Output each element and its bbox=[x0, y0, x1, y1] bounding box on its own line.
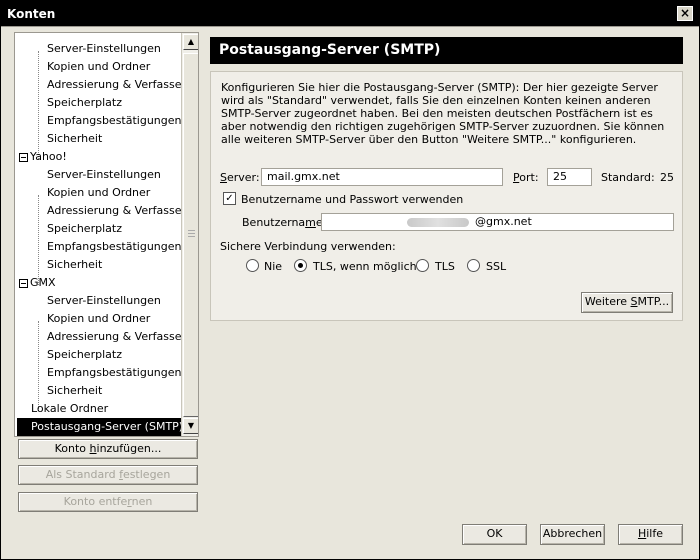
button-label: ilfe bbox=[646, 527, 664, 540]
scroll-grip bbox=[188, 233, 195, 234]
tree-item-security[interactable]: Sicherheit bbox=[47, 130, 102, 148]
scroll-grip bbox=[188, 230, 195, 231]
port-label-text: ort: bbox=[519, 171, 539, 184]
window-title: Konten bbox=[7, 7, 56, 21]
access-key: m bbox=[305, 216, 316, 229]
tree-item-storage[interactable]: Speicherplatz bbox=[47, 220, 122, 238]
access-key: H bbox=[637, 527, 647, 540]
username-label: Benutzername bbox=[242, 216, 323, 229]
port-input[interactable]: 25 bbox=[547, 168, 592, 186]
secure-connection-label: Sichere Verbindung verwenden: bbox=[220, 240, 396, 253]
smtp-settings-panel: Konfigurieren Sie hier die Postausgang-S… bbox=[210, 71, 683, 321]
tree-group-yahoo[interactable]: Yahoo! bbox=[19, 148, 67, 166]
tree-item-server-settings[interactable]: Server-Einstellungen bbox=[47, 40, 161, 58]
tree-item-addressing[interactable]: Adressierung & Verfassen bbox=[47, 76, 188, 94]
scroll-down-icon[interactable]: ▼ bbox=[183, 418, 198, 434]
tree-item-smtp-server[interactable]: Postausgang-Server (SMTP) bbox=[17, 418, 183, 436]
scroll-grip bbox=[188, 236, 195, 237]
title-bar: Konten × bbox=[1, 1, 699, 26]
tree-connector-line bbox=[38, 195, 39, 285]
username-input[interactable]: @gmx.net bbox=[321, 213, 674, 231]
account-tree: Server-Einstellungen Kopien und Ordner A… bbox=[14, 32, 199, 437]
tree-item-server-settings[interactable]: Server-Einstellungen bbox=[47, 166, 161, 184]
cancel-button[interactable]: Abbrechen bbox=[540, 524, 605, 545]
standard-port-value: 25 bbox=[660, 171, 674, 184]
button-label: Konto entfe bbox=[63, 495, 128, 508]
radio-tls-if-possible[interactable] bbox=[294, 259, 307, 272]
username-label-text: Benutzerna bbox=[242, 216, 306, 229]
tree-item-receipts[interactable]: Empfangsbestätigungen bbox=[47, 238, 182, 256]
tree-group-label: Yahoo! bbox=[30, 150, 67, 163]
dialog-body: Server-Einstellungen Kopien und Ordner A… bbox=[1, 26, 699, 559]
tree-item-security[interactable]: Sicherheit bbox=[47, 382, 102, 400]
tree-item-copies-folders[interactable]: Kopien und Ordner bbox=[47, 310, 150, 328]
access-key: S bbox=[220, 171, 227, 184]
button-label: Weitere bbox=[584, 295, 631, 308]
access-key: h bbox=[89, 442, 97, 455]
button-label: inzufügen... bbox=[96, 442, 162, 455]
tree-item-addressing[interactable]: Adressierung & Verfassen bbox=[47, 328, 188, 346]
auth-checkbox[interactable]: ✓ bbox=[223, 192, 236, 205]
tree-item-security[interactable]: Sicherheit bbox=[47, 256, 102, 274]
intro-text: Konfigurieren Sie hier die Postausgang-S… bbox=[221, 81, 665, 146]
tree-item-storage[interactable]: Speicherplatz bbox=[47, 346, 122, 364]
button-label: estlegen bbox=[122, 468, 171, 481]
auth-checkbox-label: Benutzername und Passwort verwenden bbox=[241, 193, 464, 206]
username-domain: @gmx.net bbox=[475, 215, 532, 228]
tree-item-receipts[interactable]: Empfangsbestätigungen bbox=[47, 364, 182, 382]
set-default-button[interactable]: Als Standard festlegen bbox=[18, 465, 198, 485]
page-title: Postausgang-Server (SMTP) bbox=[210, 37, 683, 64]
add-account-button[interactable]: Konto hinzufügen... bbox=[18, 439, 198, 459]
server-input[interactable]: mail.gmx.net bbox=[261, 168, 503, 186]
button-label: Als Standard bbox=[45, 468, 120, 481]
tree-connector-line bbox=[38, 321, 39, 411]
redacted-text bbox=[407, 218, 469, 227]
tree-connector-line bbox=[38, 51, 39, 159]
tree-item-addressing[interactable]: Adressierung & Verfassen bbox=[47, 202, 188, 220]
tree-item-copies-folders[interactable]: Kopien und Ordner bbox=[47, 58, 150, 76]
tree-item-receipts[interactable]: Empfangsbestätigungen bbox=[47, 112, 182, 130]
tree-group-gmx[interactable]: GMX bbox=[19, 274, 56, 292]
tree-item-storage[interactable]: Speicherplatz bbox=[47, 94, 122, 112]
tree-item-local-folders[interactable]: Lokale Ordner bbox=[31, 400, 108, 418]
close-icon[interactable]: × bbox=[677, 6, 693, 21]
radio-tls-if-possible-label: TLS, wenn möglich bbox=[313, 260, 417, 273]
collapse-icon[interactable] bbox=[19, 278, 28, 288]
scroll-thumb[interactable] bbox=[183, 53, 198, 417]
radio-tls[interactable] bbox=[416, 259, 429, 272]
button-label: Konto bbox=[54, 442, 90, 455]
server-label: Server: bbox=[220, 171, 260, 184]
button-label: nen bbox=[131, 495, 153, 508]
radio-ssl-label: SSL bbox=[486, 260, 507, 273]
radio-ssl[interactable] bbox=[467, 259, 480, 272]
radio-never[interactable] bbox=[246, 259, 259, 272]
standard-label: Standard: bbox=[601, 171, 655, 184]
server-label-text: erver: bbox=[226, 171, 260, 184]
ok-button[interactable]: OK bbox=[462, 524, 527, 545]
help-button[interactable]: Hilfe bbox=[618, 524, 683, 545]
scroll-up-icon[interactable]: ▲ bbox=[183, 34, 198, 50]
collapse-icon[interactable] bbox=[19, 152, 28, 162]
radio-tls-label: TLS bbox=[435, 260, 455, 273]
remove-account-button[interactable]: Konto entfernen bbox=[18, 492, 198, 512]
tree-item-copies-folders[interactable]: Kopien und Ordner bbox=[47, 184, 150, 202]
more-smtp-button[interactable]: Weitere SMTP... bbox=[581, 292, 673, 313]
button-label: MTP... bbox=[637, 295, 670, 308]
tree-item-server-settings[interactable]: Server-Einstellungen bbox=[47, 292, 161, 310]
accounts-window: Konten × Server-Einstellungen Kopien und… bbox=[0, 0, 700, 560]
tree-scrollbar[interactable]: ▲ ▼ bbox=[181, 33, 198, 436]
port-label: Port: bbox=[513, 171, 539, 184]
radio-never-label: Nie bbox=[264, 260, 283, 273]
tree-group-label: GMX bbox=[30, 276, 56, 289]
access-key: S bbox=[630, 295, 638, 308]
